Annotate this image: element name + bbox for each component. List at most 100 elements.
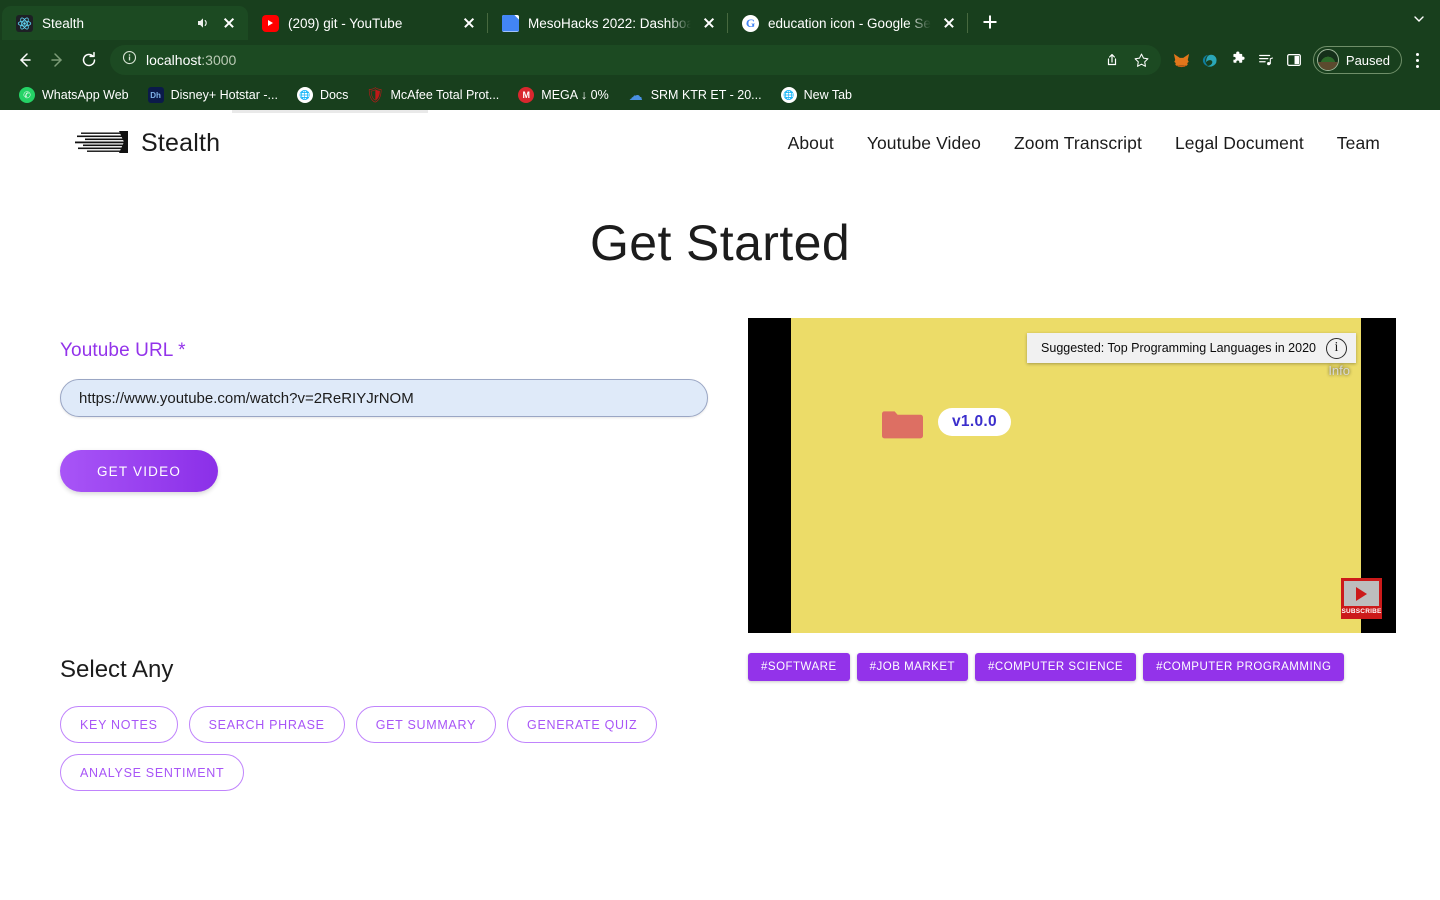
bookmark-label: WhatsApp Web xyxy=(42,88,129,102)
nav-link-zoom-transcript[interactable]: Zoom Transcript xyxy=(1014,133,1142,154)
play-icon xyxy=(1344,581,1379,606)
brand-name: Stealth xyxy=(141,128,221,157)
profile-button[interactable]: Paused xyxy=(1312,46,1402,74)
browser-menu-icon[interactable] xyxy=(1404,47,1430,73)
reading-list-icon[interactable] xyxy=(1253,47,1279,73)
nav-link-legal-document[interactable]: Legal Document xyxy=(1175,133,1304,154)
tag-job-market[interactable]: #JOB MARKET xyxy=(856,653,969,681)
browser-tab-google-search[interactable]: G education icon - Google Search xyxy=(728,6,968,40)
profile-sync-status: Paused xyxy=(1345,52,1390,68)
browser-toolbar: localhost:3000 Paused xyxy=(0,40,1440,80)
react-icon xyxy=(16,14,33,32)
suggested-video-text: Suggested: Top Programming Languages in … xyxy=(1041,341,1316,355)
subscribe-button[interactable]: SUBSCRIBE xyxy=(1341,578,1382,619)
get-video-button[interactable]: GET VIDEO xyxy=(60,450,218,492)
bookmarks-bar: ✆ WhatsApp Web Dh Disney+ Hotstar -... 🌐… xyxy=(0,80,1440,110)
avatar xyxy=(1316,49,1339,71)
bookmark-docs[interactable]: 🌐 Docs xyxy=(290,84,355,106)
mcafee-icon: 🛡 xyxy=(367,87,384,103)
new-tab-button[interactable] xyxy=(976,8,1004,36)
edge-icon[interactable] xyxy=(1197,47,1223,73)
back-icon[interactable] xyxy=(10,45,40,75)
bookmark-label: New Tab xyxy=(803,88,853,102)
bookmark-label: Docs xyxy=(319,88,349,102)
suggested-video-card[interactable]: Suggested: Top Programming Languages in … xyxy=(1027,333,1356,363)
chevron-down-icon[interactable] xyxy=(1412,12,1426,26)
select-any-options: KEY NOTES SEARCH PHRASE GET SUMMARY GENE… xyxy=(60,706,732,791)
globe-icon: 🌐 xyxy=(296,87,313,103)
metamask-fox-icon[interactable] xyxy=(1169,47,1195,73)
site-nav: About Youtube Video Zoom Transcript Lega… xyxy=(788,133,1380,154)
info-icon[interactable]: i xyxy=(1326,337,1347,359)
folder-icon xyxy=(881,408,923,441)
bookmark-disney-hotstar[interactable]: Dh Disney+ Hotstar -... xyxy=(141,84,285,106)
globe-icon: 🌐 xyxy=(780,87,797,103)
main-content: Youtube URL * GET VIDEO Select Any KEY N… xyxy=(0,318,1440,791)
nav-link-team[interactable]: Team xyxy=(1337,133,1380,154)
site-info-icon[interactable] xyxy=(122,50,137,70)
tab-close-icon[interactable] xyxy=(220,14,238,32)
tab-close-icon[interactable] xyxy=(460,14,478,32)
info-label: Info xyxy=(1328,363,1350,378)
bookmark-mcafee[interactable]: 🛡 McAfee Total Prot... xyxy=(360,84,506,106)
tag-software[interactable]: #SOFTWARE xyxy=(748,653,850,681)
youtube-url-label: Youtube URL * xyxy=(60,340,732,362)
youtube-url-form: Youtube URL * GET VIDEO xyxy=(60,318,732,492)
tab-close-icon[interactable] xyxy=(940,14,958,32)
browser-tab-stealth[interactable]: Stealth xyxy=(2,6,248,40)
tab-title: Stealth xyxy=(42,15,85,31)
tab-close-icon[interactable] xyxy=(700,14,718,32)
cloud-icon: ☁ xyxy=(628,87,643,103)
nav-link-youtube-video[interactable]: Youtube Video xyxy=(867,133,981,154)
option-generate-quiz[interactable]: GENERATE QUIZ xyxy=(507,706,658,743)
tab-audio-icon[interactable] xyxy=(195,15,211,31)
reload-icon[interactable] xyxy=(74,45,104,75)
tag-computer-science[interactable]: #COMPUTER SCIENCE xyxy=(975,653,1137,681)
required-marker: * xyxy=(178,340,186,361)
version-badge: v1.0.0 xyxy=(938,408,1011,436)
brand-logo[interactable]: Stealth xyxy=(75,128,220,158)
mega-icon: M xyxy=(518,87,535,103)
tag-computer-programming[interactable]: #COMPUTER PROGRAMMING xyxy=(1143,653,1345,681)
bookmark-new-tab[interactable]: 🌐 New Tab xyxy=(774,84,859,106)
youtube-url-label-text: Youtube URL xyxy=(60,340,173,361)
page-content: Stealth About Youtube Video Zoom Transcr… xyxy=(0,110,1440,900)
side-panel-icon[interactable] xyxy=(1281,47,1307,73)
extensions-puzzle-icon[interactable] xyxy=(1225,47,1251,73)
bookmark-whatsapp-web[interactable]: ✆ WhatsApp Web xyxy=(12,84,136,106)
tab-title: MesoHacks 2022: Dashboard | xyxy=(528,15,691,31)
forward-icon[interactable] xyxy=(42,45,72,75)
google-icon: G xyxy=(742,14,759,32)
google-docs-icon xyxy=(502,14,519,32)
site-header: Stealth About Youtube Video Zoom Transcr… xyxy=(0,110,1440,176)
browser-tab-mesohacks[interactable]: MesoHacks 2022: Dashboard | xyxy=(488,6,728,40)
tab-title: (209) git - YouTube xyxy=(288,15,403,31)
share-icon[interactable] xyxy=(1099,47,1125,73)
bookmark-label: SRM KTR ET - 20... xyxy=(650,88,762,102)
select-any-heading: Select Any xyxy=(60,656,174,683)
bookmark-star-icon[interactable] xyxy=(1129,47,1155,73)
option-analyse-sentiment[interactable]: ANALYSE SENTIMENT xyxy=(60,754,245,791)
bookmark-label: McAfee Total Prot... xyxy=(390,88,500,102)
form-column: Youtube URL * GET VIDEO Select Any KEY N… xyxy=(60,318,732,791)
bookmark-mega[interactable]: M MEGA ↓ 0% xyxy=(511,84,615,106)
bookmark-srm-ktr[interactable]: ☁ SRM KTR ET - 20... xyxy=(621,84,769,106)
page-load-indicator xyxy=(232,110,428,113)
address-bar[interactable]: localhost:3000 xyxy=(110,45,1161,75)
bookmark-label: Disney+ Hotstar -... xyxy=(170,88,278,102)
youtube-icon xyxy=(262,14,279,32)
tab-title: education icon - Google Search xyxy=(768,15,931,31)
option-get-summary[interactable]: GET SUMMARY xyxy=(355,706,497,743)
youtube-video-player[interactable]: v1.0.0 Suggested: Top Programming Langua… xyxy=(748,318,1396,633)
video-canvas: v1.0.0 xyxy=(791,318,1361,633)
address-bar-url: localhost:3000 xyxy=(146,52,237,68)
hotstar-icon: Dh xyxy=(147,87,164,103)
tab-strip: Stealth (209) git - YouTube MesoHacks 20… xyxy=(0,0,1440,40)
speed-lines-icon xyxy=(75,128,137,158)
nav-link-about[interactable]: About xyxy=(788,133,834,154)
youtube-url-input[interactable] xyxy=(60,379,708,417)
option-search-phrase[interactable]: SEARCH PHRASE xyxy=(188,706,345,743)
option-key-notes[interactable]: KEY NOTES xyxy=(60,706,178,743)
page-title: Get Started xyxy=(589,215,851,271)
browser-tab-youtube[interactable]: (209) git - YouTube xyxy=(248,6,488,40)
